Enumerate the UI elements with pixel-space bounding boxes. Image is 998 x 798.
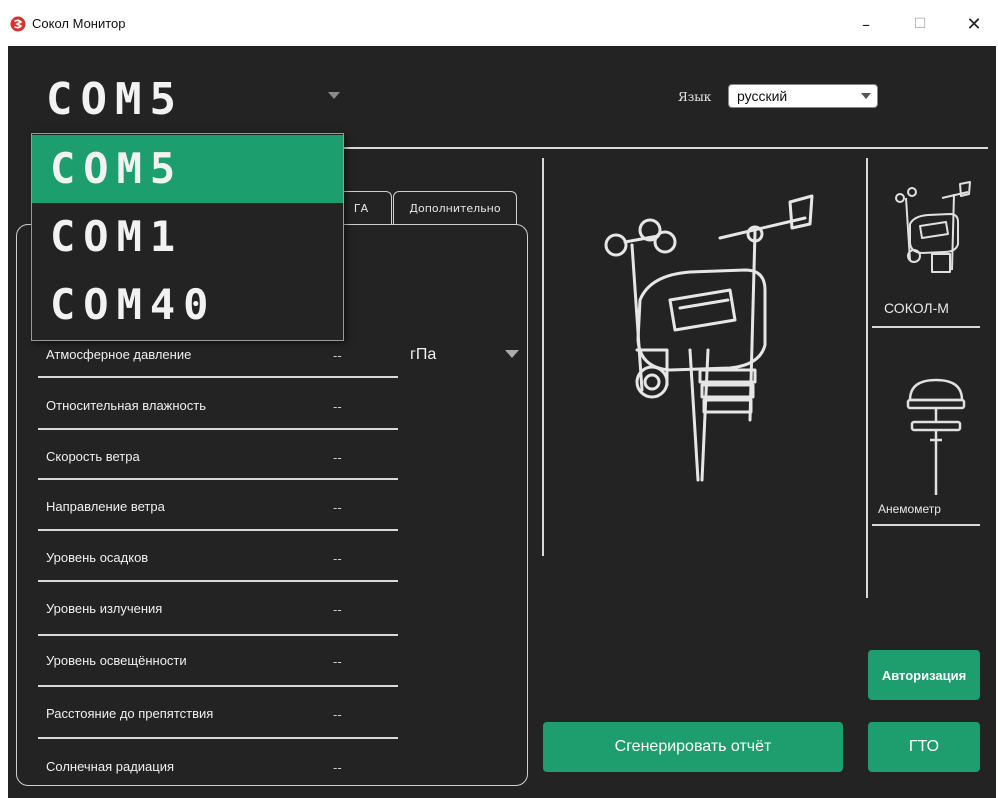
row-divider xyxy=(38,376,398,378)
row-divider xyxy=(38,634,398,636)
gto-button[interactable]: ГТО xyxy=(868,722,980,772)
measurement-value: -- xyxy=(333,603,342,617)
weather-station-icon[interactable] xyxy=(888,180,976,290)
measurement-label: Уровень освещённости xyxy=(46,653,187,668)
row-divider xyxy=(38,428,398,430)
tab-label: ГА xyxy=(353,202,369,215)
chevron-down-icon[interactable] xyxy=(505,350,519,358)
measurement-value: -- xyxy=(333,761,342,775)
measurement-label: Направление ветра xyxy=(46,499,165,514)
auth-button[interactable]: Авторизация xyxy=(868,650,980,700)
maximize-button[interactable]: ☐ xyxy=(900,10,940,38)
port-dropdown: COM5 COM1 COM40 xyxy=(31,133,344,341)
measurement-value: -- xyxy=(333,400,342,414)
language-value: русский xyxy=(737,88,788,104)
window-title: Сокол Монитор xyxy=(32,16,126,31)
row-divider xyxy=(38,685,398,687)
port-select[interactable]: COM5 xyxy=(46,74,184,125)
pressure-unit-select[interactable]: гПа xyxy=(410,346,436,364)
language-label: Язык xyxy=(678,90,712,104)
device-divider-1 xyxy=(872,326,980,328)
chevron-down-icon xyxy=(861,93,871,99)
measurement-label: Относительная влажность xyxy=(46,398,207,413)
device-label-anemometer[interactable]: Анемометр xyxy=(878,502,941,516)
measurement-label: Расстояние до препятствия xyxy=(46,706,214,721)
close-button[interactable]: ✕ xyxy=(954,10,994,38)
measurement-label: Уровень излучения xyxy=(46,601,163,616)
measurement-value: -- xyxy=(333,501,342,515)
minimize-button[interactable]: – xyxy=(846,10,886,38)
measurement-label: Солнечная радиация xyxy=(46,759,175,774)
weather-station-icon xyxy=(604,194,814,482)
measurement-value: -- xyxy=(333,655,342,669)
port-option[interactable]: COM5 xyxy=(32,135,343,203)
chevron-down-icon[interactable] xyxy=(328,92,340,99)
measurement-value: -- xyxy=(333,552,342,566)
measurement-value: -- xyxy=(333,708,342,722)
device-divider-2 xyxy=(872,524,980,526)
measurement-label: Уровень осадков xyxy=(46,550,149,565)
row-divider xyxy=(38,580,398,582)
port-option[interactable]: COM40 xyxy=(32,271,343,339)
port-option[interactable]: COM1 xyxy=(32,203,343,271)
column-divider xyxy=(542,158,544,556)
row-divider xyxy=(38,737,398,739)
generate-report-button[interactable]: Сгенерировать отчёт xyxy=(543,722,843,772)
tab-additional[interactable]: Дополнительно xyxy=(393,191,517,225)
row-divider xyxy=(38,478,398,480)
header-divider xyxy=(344,147,988,149)
app-logo-icon xyxy=(10,16,26,32)
measurement-label: Скорость ветра xyxy=(46,449,140,464)
sidebar-divider xyxy=(866,158,868,598)
anemometer-icon[interactable] xyxy=(900,370,972,500)
device-label-sokol[interactable]: СОКОЛ-М xyxy=(884,300,949,316)
title-bar: Сокол Монитор – ☐ ✕ xyxy=(0,0,998,46)
language-select[interactable]: русский xyxy=(728,84,878,108)
measurement-value: -- xyxy=(333,349,342,363)
row-divider xyxy=(38,529,398,531)
measurement-value: -- xyxy=(333,451,342,465)
tab-label: Дополнительно xyxy=(409,202,501,215)
measurement-label: Атмосферное давление xyxy=(46,347,192,362)
